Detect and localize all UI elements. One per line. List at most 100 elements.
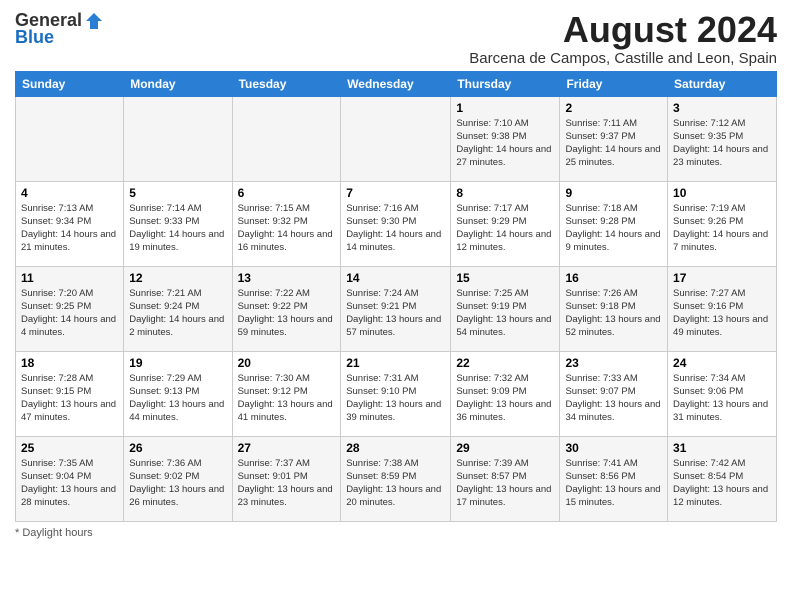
day-info: Sunrise: 7:15 AMSunset: 9:32 PMDaylight:… bbox=[238, 202, 336, 255]
day-info: Sunrise: 7:34 AMSunset: 9:06 PMDaylight:… bbox=[673, 372, 771, 425]
calendar-cell: 20Sunrise: 7:30 AMSunset: 9:12 PMDayligh… bbox=[232, 351, 341, 436]
calendar-cell: 6 Sunrise: 7:15 AMSunset: 9:32 PMDaylight… bbox=[232, 181, 341, 266]
day-number: 6 bbox=[238, 186, 336, 200]
calendar-cell: 27 Sunrise: 7:37 AMSunset: 9:01 PMDayligh… bbox=[232, 436, 341, 521]
col-header-wednesday: Wednesday bbox=[341, 71, 451, 96]
week-row-5: 25 Sunrise: 7:35 AMSunset: 9:04 PMDayligh… bbox=[16, 436, 777, 521]
day-number: 5 bbox=[129, 186, 226, 200]
day-number: 10 bbox=[673, 186, 771, 200]
logo-icon bbox=[84, 11, 104, 31]
col-header-thursday: Thursday bbox=[451, 71, 560, 96]
day-info: Sunrise: 7:41 AMSunset: 8:56 PMDaylight:… bbox=[565, 457, 662, 510]
day-info: Sunrise: 7:24 AMSunset: 9:21 PMDaylight:… bbox=[346, 287, 445, 340]
day-number: 11 bbox=[21, 271, 118, 285]
day-info: Sunrise: 7:25 AMSunset: 9:19 PMDaylight:… bbox=[456, 287, 554, 340]
calendar-cell: 16Sunrise: 7:26 AMSunset: 9:18 PMDayligh… bbox=[560, 266, 668, 351]
col-header-monday: Monday bbox=[124, 71, 232, 96]
calendar-cell: 13Sunrise: 7:22 AMSunset: 9:22 PMDayligh… bbox=[232, 266, 341, 351]
calendar-cell: 17 Sunrise: 7:27 AMSunset: 9:16 PMDayligh… bbox=[668, 266, 777, 351]
day-info: Sunrise: 7:39 AMSunset: 8:57 PMDaylight:… bbox=[456, 457, 554, 510]
calendar-cell: 30 Sunrise: 7:41 AMSunset: 8:56 PMDayligh… bbox=[560, 436, 668, 521]
calendar-cell: 19Sunrise: 7:29 AMSunset: 9:13 PMDayligh… bbox=[124, 351, 232, 436]
day-info: Sunrise: 7:13 AMSunset: 9:34 PMDaylight:… bbox=[21, 202, 118, 255]
calendar-cell: 5 Sunrise: 7:14 AMSunset: 9:33 PMDaylight… bbox=[124, 181, 232, 266]
title-area: August 2024 Barcena de Campos, Castille … bbox=[469, 10, 777, 67]
calendar-cell: 2 Sunrise: 7:11 AMSunset: 9:37 PMDaylight… bbox=[560, 96, 668, 181]
subtitle: Barcena de Campos, Castille and Leon, Sp… bbox=[469, 50, 777, 67]
day-info: Sunrise: 7:38 AMSunset: 8:59 PMDaylight:… bbox=[346, 457, 445, 510]
day-number: 27 bbox=[238, 441, 336, 455]
week-row-1: 1Sunrise: 7:10 AMSunset: 9:38 PMDaylight… bbox=[16, 96, 777, 181]
day-number: 18 bbox=[21, 356, 118, 370]
calendar-cell bbox=[124, 96, 232, 181]
calendar-cell: 25 Sunrise: 7:35 AMSunset: 9:04 PMDayligh… bbox=[16, 436, 124, 521]
day-number: 2 bbox=[565, 101, 662, 115]
day-number: 4 bbox=[21, 186, 118, 200]
day-info: Sunrise: 7:31 AMSunset: 9:10 PMDaylight:… bbox=[346, 372, 445, 425]
calendar-cell: 21 Sunrise: 7:31 AMSunset: 9:10 PMDayligh… bbox=[341, 351, 451, 436]
day-info: Sunrise: 7:11 AMSunset: 9:37 PMDaylight:… bbox=[565, 117, 662, 170]
day-number: 21 bbox=[346, 356, 445, 370]
calendar-cell: 8Sunrise: 7:17 AMSunset: 9:29 PMDaylight… bbox=[451, 181, 560, 266]
day-number: 24 bbox=[673, 356, 771, 370]
calendar-cell: 1Sunrise: 7:10 AMSunset: 9:38 PMDaylight… bbox=[451, 96, 560, 181]
day-info: Sunrise: 7:26 AMSunset: 9:18 PMDaylight:… bbox=[565, 287, 662, 340]
day-info: Sunrise: 7:19 AMSunset: 9:26 PMDaylight:… bbox=[673, 202, 771, 255]
calendar-cell bbox=[16, 96, 124, 181]
logo-blue: Blue bbox=[15, 27, 54, 48]
day-number: 29 bbox=[456, 441, 554, 455]
footer-note-text: Daylight hours bbox=[22, 527, 92, 539]
calendar-cell: 3 Sunrise: 7:12 AMSunset: 9:35 PMDaylight… bbox=[668, 96, 777, 181]
day-number: 30 bbox=[565, 441, 662, 455]
day-info: Sunrise: 7:29 AMSunset: 9:13 PMDaylight:… bbox=[129, 372, 226, 425]
day-info: Sunrise: 7:12 AMSunset: 9:35 PMDaylight:… bbox=[673, 117, 771, 170]
day-number: 22 bbox=[456, 356, 554, 370]
calendar-cell: 26 Sunrise: 7:36 AMSunset: 9:02 PMDayligh… bbox=[124, 436, 232, 521]
calendar-cell bbox=[341, 96, 451, 181]
col-header-tuesday: Tuesday bbox=[232, 71, 341, 96]
day-number: 23 bbox=[565, 356, 662, 370]
day-number: 25 bbox=[21, 441, 118, 455]
footer-note: * Daylight hours bbox=[15, 527, 777, 539]
day-number: 13 bbox=[238, 271, 336, 285]
day-number: 14 bbox=[346, 271, 445, 285]
calendar-cell: 11Sunrise: 7:20 AMSunset: 9:25 PMDayligh… bbox=[16, 266, 124, 351]
logo-area: General Blue bbox=[15, 10, 104, 48]
day-info: Sunrise: 7:17 AMSunset: 9:29 PMDaylight:… bbox=[456, 202, 554, 255]
week-row-4: 18 Sunrise: 7:28 AMSunset: 9:15 PMDayligh… bbox=[16, 351, 777, 436]
day-number: 9 bbox=[565, 186, 662, 200]
main-title: August 2024 bbox=[469, 10, 777, 50]
calendar-cell: 9 Sunrise: 7:18 AMSunset: 9:28 PMDaylight… bbox=[560, 181, 668, 266]
col-header-saturday: Saturday bbox=[668, 71, 777, 96]
day-info: Sunrise: 7:27 AMSunset: 9:16 PMDaylight:… bbox=[673, 287, 771, 340]
day-number: 15 bbox=[456, 271, 554, 285]
day-info: Sunrise: 7:28 AMSunset: 9:15 PMDaylight:… bbox=[21, 372, 118, 425]
day-info: Sunrise: 7:14 AMSunset: 9:33 PMDaylight:… bbox=[129, 202, 226, 255]
day-number: 28 bbox=[346, 441, 445, 455]
calendar-cell: 24 Sunrise: 7:34 AMSunset: 9:06 PMDayligh… bbox=[668, 351, 777, 436]
day-number: 20 bbox=[238, 356, 336, 370]
day-info: Sunrise: 7:21 AMSunset: 9:24 PMDaylight:… bbox=[129, 287, 226, 340]
calendar-cell: 22 Sunrise: 7:32 AMSunset: 9:09 PMDayligh… bbox=[451, 351, 560, 436]
calendar-cell: 18 Sunrise: 7:28 AMSunset: 9:15 PMDayligh… bbox=[16, 351, 124, 436]
calendar-cell: 7Sunrise: 7:16 AMSunset: 9:30 PMDaylight… bbox=[341, 181, 451, 266]
calendar-cell: 28 Sunrise: 7:38 AMSunset: 8:59 PMDayligh… bbox=[341, 436, 451, 521]
day-info: Sunrise: 7:32 AMSunset: 9:09 PMDaylight:… bbox=[456, 372, 554, 425]
calendar-cell: 10 Sunrise: 7:19 AMSunset: 9:26 PMDayligh… bbox=[668, 181, 777, 266]
day-number: 17 bbox=[673, 271, 771, 285]
calendar-cell bbox=[232, 96, 341, 181]
day-info: Sunrise: 7:10 AMSunset: 9:38 PMDaylight:… bbox=[456, 117, 554, 170]
col-header-friday: Friday bbox=[560, 71, 668, 96]
day-info: Sunrise: 7:35 AMSunset: 9:04 PMDaylight:… bbox=[21, 457, 118, 510]
day-number: 3 bbox=[673, 101, 771, 115]
week-row-3: 11Sunrise: 7:20 AMSunset: 9:25 PMDayligh… bbox=[16, 266, 777, 351]
calendar-cell: 29 Sunrise: 7:39 AMSunset: 8:57 PMDayligh… bbox=[451, 436, 560, 521]
day-number: 31 bbox=[673, 441, 771, 455]
day-number: 12 bbox=[129, 271, 226, 285]
page: General Blue August 2024 Barcena de Camp… bbox=[0, 0, 792, 612]
day-info: Sunrise: 7:36 AMSunset: 9:02 PMDaylight:… bbox=[129, 457, 226, 510]
day-info: Sunrise: 7:37 AMSunset: 9:01 PMDaylight:… bbox=[238, 457, 336, 510]
calendar: SundayMondayTuesdayWednesdayThursdayFrid… bbox=[15, 71, 777, 522]
day-info: Sunrise: 7:18 AMSunset: 9:28 PMDaylight:… bbox=[565, 202, 662, 255]
day-number: 26 bbox=[129, 441, 226, 455]
